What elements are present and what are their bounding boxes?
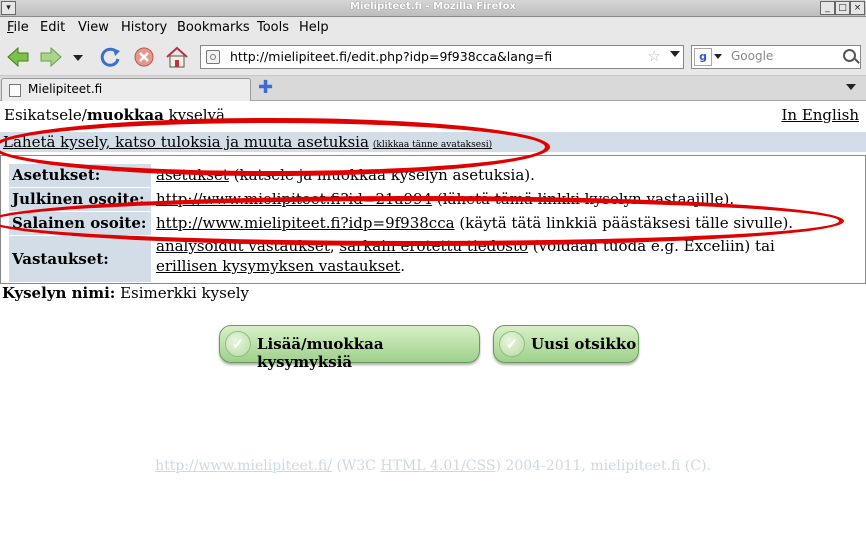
menu-help[interactable]: Help [299, 20, 329, 35]
settings-link[interactable]: asetukset [156, 166, 229, 184]
responses-label: Vastaukset: [9, 236, 151, 282]
new-tab-icon[interactable]: ✚ [258, 78, 273, 98]
row-responses: Vastaukset: analysoidut vastaukset, sark… [9, 236, 855, 282]
survey-name-label: Kyselyn nimi: [2, 284, 116, 302]
search-icon[interactable] [843, 49, 856, 62]
survey-name-value: Esimerkki kysely [115, 284, 249, 302]
new-heading-button[interactable]: ✓ Uusi otsikko [493, 325, 639, 363]
page-content: Esikatsele/muokkaa kyselyä In English Lä… [0, 101, 866, 552]
page-title-bold: muokkaa [86, 106, 164, 124]
responses-value: analysoidut vastaukset, sarkain erotettu… [156, 236, 846, 276]
single-question-responses-link[interactable]: erillisen kysymyksen vastaukset [156, 257, 400, 275]
responses-sep: , [329, 237, 340, 255]
tab-label: Mielipiteet.fi [28, 82, 103, 96]
address-url[interactable]: http://mielipiteet.fi/edit.php?idp=9f938… [230, 49, 552, 64]
analyzed-responses-link[interactable]: analysoidut vastaukset [156, 237, 330, 255]
row-secret-url: Salainen osoite: http://www.mielipiteet.… [9, 212, 855, 235]
footer-standards-link[interactable]: HTML 4.01/CSS [380, 458, 495, 474]
send-survey-link-text: Lähetä kysely, katso tuloksia ja muuta a… [3, 133, 369, 151]
reload-icon[interactable] [97, 44, 123, 70]
page-title-suffix: kyselyä [163, 106, 225, 124]
secret-url-value: http://www.mielipiteet.fi?idp=9f938cca (… [156, 214, 793, 232]
settings-desc: (katsele ja muokkaa kyselyn asetuksia). [228, 166, 535, 184]
window-title: Mielipiteet.fi - Mozilla Firefox [350, 1, 516, 12]
public-url-label: Julkinen osoite: [9, 188, 151, 211]
public-url-link[interactable]: http://www.mielipiteet.fi?id=21a994 [156, 190, 432, 208]
settings-value: asetukset (katsele ja muokkaa kyselyn as… [156, 166, 535, 184]
send-survey-hint: (klikkaa tänne avataksesi) [372, 140, 493, 150]
secret-url-link[interactable]: http://www.mielipiteet.fi?idp=9f938cca [156, 214, 455, 232]
menu-history[interactable]: History [121, 20, 167, 35]
url-history-dropdown-icon[interactable] [670, 51, 680, 57]
menu-file-rest: ile [13, 20, 29, 35]
public-url-desc: (lähetä tämä linkki kyselyn vastaajille)… [432, 190, 735, 208]
responses-end: . [400, 257, 405, 275]
checkmark-icon: ✓ [499, 331, 525, 357]
home-icon[interactable] [164, 44, 190, 70]
address-bar[interactable]: http://mielipiteet.fi/edit.php?idp=9f938… [200, 45, 684, 69]
tab-list-dropdown-icon[interactable] [846, 84, 856, 90]
site-identity-icon[interactable] [206, 50, 220, 64]
public-url-value: http://www.mielipiteet.fi?id=21a994 (läh… [156, 190, 734, 208]
footer-copyright: ) 2004-2011, mielipiteet.fi (C). [495, 458, 711, 474]
secret-url-label: Salainen osoite: [9, 212, 151, 235]
page-icon [9, 84, 21, 97]
edit-questions-button[interactable]: ✓ Lisää/muokkaa kysymyksiä [219, 325, 480, 371]
forward-icon[interactable] [38, 44, 64, 70]
stop-icon[interactable] [131, 44, 157, 70]
tab-bar: Mielipiteet.fi ✚ [0, 76, 866, 101]
menu-bar: File Edit View History Bookmarks Tools H… [0, 17, 866, 39]
page-title-prefix: Esikatsele/ [4, 106, 87, 124]
menu-view[interactable]: View [78, 20, 109, 35]
page-footer: http://www.mielipiteet.fi/ (W3C HTML 4.0… [0, 458, 866, 474]
search-bar[interactable]: g Google [691, 45, 861, 69]
responses-desc: (voidaan tuoda e.g. Exceliin) tai [528, 237, 775, 255]
survey-name: Kyselyn nimi: Esimerkki kysely [2, 284, 249, 302]
minimize-icon[interactable]: _ [820, 1, 835, 15]
row-public-url: Julkinen osoite: http://www.mielipiteet.… [9, 188, 855, 211]
menu-edit[interactable]: Edit [40, 20, 65, 35]
send-survey-bar[interactable]: Lähetä kysely, katso tuloksia ja muuta a… [0, 132, 866, 152]
english-link[interactable]: In English [781, 106, 859, 124]
send-survey-link[interactable]: Lähetä kysely, katso tuloksia ja muuta a… [3, 133, 492, 151]
menu-tools[interactable]: Tools [257, 20, 289, 35]
google-engine-icon[interactable]: g [694, 48, 712, 66]
settings-label: Asetukset: [9, 164, 151, 187]
footer-w3c-prefix: (W3C [331, 458, 381, 474]
menu-bookmarks[interactable]: Bookmarks [177, 20, 250, 35]
search-engine-dropdown-icon[interactable] [714, 54, 722, 59]
checkmark-icon: ✓ [225, 331, 251, 357]
secret-url-desc: (käytä tätä linkkiä päästäksesi tälle si… [454, 214, 794, 232]
tab-mielipiteet[interactable]: Mielipiteet.fi [1, 78, 251, 101]
footer-site-link[interactable]: http://www.mielipiteet.fi/ [155, 458, 332, 474]
window-titlebar: ▾ Mielipiteet.fi - Mozilla Firefox _ □ × [0, 0, 866, 17]
edit-questions-label: Lisää/muokkaa kysymyksiä [257, 335, 384, 371]
survey-info-table: Asetukset: asetukset (katsele ja muokkaa… [0, 155, 866, 284]
close-icon[interactable]: × [850, 1, 865, 15]
history-dropdown-icon[interactable] [70, 44, 86, 70]
new-heading-label: Uusi otsikko [531, 335, 637, 353]
maximize-icon[interactable]: □ [835, 1, 850, 15]
back-icon[interactable] [5, 44, 31, 70]
search-input[interactable]: Google [731, 49, 773, 63]
tab-separated-file-link[interactable]: sarkain erotettu tiedosto [339, 237, 528, 255]
row-settings: Asetukset: asetukset (katsele ja muokkaa… [9, 164, 855, 187]
menu-file[interactable]: File [7, 20, 29, 35]
page-title: Esikatsele/muokkaa kyselyä [4, 106, 225, 124]
bookmark-star-icon[interactable]: ☆ [648, 47, 661, 65]
